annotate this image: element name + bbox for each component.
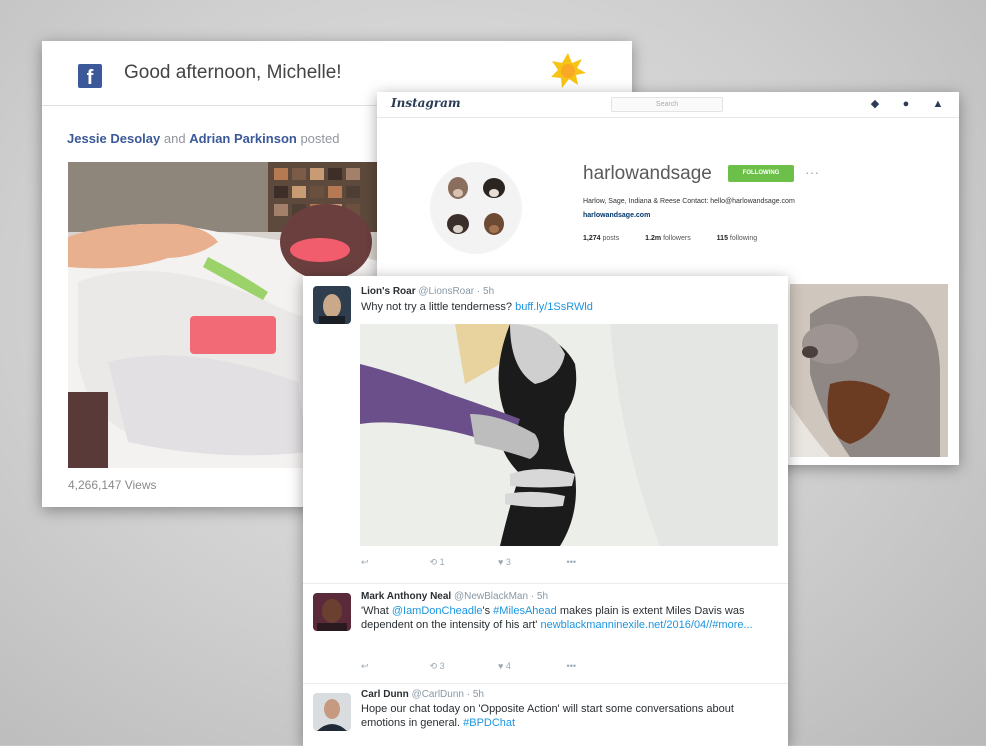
mention-link[interactable]: @IamDonCheadle [392,605,483,617]
sun-icon [551,53,586,88]
following-stat[interactable]: 115 following [717,235,758,242]
following-label: following [729,235,758,242]
posts-label: posts [602,235,620,242]
tweet-avatar[interactable] [313,693,351,731]
tweet-author-name[interactable]: Carl Dunn [361,689,409,700]
tenderness-collage-image [360,324,778,546]
tweet-handle-time: @CarlDunn · 5h [411,689,484,700]
posts-count: 1,274 [583,235,601,242]
mark-anthony-neal-avatar-image [313,593,351,631]
retweet-button[interactable]: ⟲ 3 [430,661,496,672]
reply-icon[interactable]: ↩ [361,557,427,568]
search-input[interactable]: Search [611,97,723,112]
lions-roar-avatar-image [313,286,351,324]
tweet-text: Why not try a little tenderness? buff.ly… [361,300,768,314]
dog-face-3 [447,214,469,234]
tweet-author-name[interactable]: Lion's Roar [361,286,416,297]
retweet-count: 1 [439,557,445,567]
profile-bio: Harlow, Sage, Indiana & Reese Contact: h… [583,198,795,205]
facebook-logo-icon[interactable]: f [78,64,102,89]
profile-icon[interactable]: ▲ [932,98,944,110]
dog-face-2 [483,178,505,198]
more-options-button[interactable]: ··· [805,164,819,180]
author-join-text: and [163,131,186,146]
like-button[interactable]: ♥ 3 [498,557,564,567]
posts-stat: 1,274 posts [583,235,619,242]
followers-label: followers [663,235,691,242]
more-icon[interactable]: ••• [567,661,633,671]
retweet-count: 3 [439,661,445,671]
tweet-actions: ↩ ⟲ 3 ♥ 4 ••• [361,661,633,672]
tweet[interactable]: Lion's Roar @LionsRoar · 5h Why not try … [303,276,788,584]
profile-stats: 1,274 posts 1.2m followers 115 following [583,235,781,242]
greeting-text: Good afternoon, Michelle! [124,62,342,83]
tweet-handle-time: @LionsRoar · 5h [418,286,495,297]
tweet-text: 'What @IamDonCheadle's #MilesAhead makes… [361,604,768,632]
tweet-link-continued[interactable]: /#more... [709,619,752,631]
reply-icon[interactable]: ↩ [361,661,427,672]
weimaraner-image [790,284,948,457]
heart-icon[interactable]: ● [900,98,912,110]
like-count: 4 [505,661,511,671]
profile-website-link[interactable]: harlowandsage.com [583,212,650,219]
followers-stat[interactable]: 1.2m followers [645,235,691,242]
tweet[interactable]: Carl Dunn @CarlDunn · 5h Hope our chat t… [303,683,788,746]
like-button[interactable]: ♥ 4 [498,661,564,671]
tweet-author-name[interactable]: Mark Anthony Neal [361,591,451,602]
tweet-actions: ↩ ⟲ 1 ♥ 3 ••• [361,557,633,568]
tweet-link[interactable]: newblackmanninexile.net/2016/04/ [540,619,709,631]
tweet-header: Lion's Roar @LionsRoar · 5h [361,286,494,297]
compass-icon[interactable]: ◆ [869,98,881,110]
twitter-window: Lion's Roar @LionsRoar · 5h Why not try … [303,276,788,746]
hashtag-link[interactable]: #BPDChat [463,717,515,729]
following-count: 115 [716,235,728,242]
tweet-header: Mark Anthony Neal @NewBlackMan · 5h [361,591,548,602]
post-action-text: posted [300,131,340,146]
tweet-body: 's [482,605,494,617]
tweet[interactable]: Mark Anthony Neal @NewBlackMan · 5h 'Wha… [303,583,788,684]
view-count: 4,266,147 Views [68,478,157,492]
tweet-media[interactable] [360,324,778,546]
tweet-avatar[interactable] [313,593,351,631]
dog-face-1 [448,177,468,199]
more-icon[interactable]: ••• [567,557,633,567]
post-author-line: Jessie Desolay and Adrian Parkinson post… [67,131,340,146]
followers-count: 1.2m [645,235,662,242]
retweet-button[interactable]: ⟲ 1 [430,557,496,568]
dog-face-4 [484,213,504,235]
tweet-avatar[interactable] [313,286,351,324]
tweet-body: 'What [361,605,392,617]
hashtag-link[interactable]: #MilesAhead [493,605,557,617]
tweet-link[interactable]: buff.ly/1SsRWld [515,301,593,313]
carl-dunn-avatar-image [313,693,351,731]
instagram-post-photo[interactable] [790,284,948,457]
tweet-body: Why not try a little tenderness? [361,301,513,313]
tweet-text: Hope our chat today on 'Opposite Action'… [361,702,768,730]
author-link[interactable]: Jessie Desolay [67,131,160,146]
tweet-handle-time: @NewBlackMan · 5h [453,591,549,602]
instagram-header: Instagram Search ◆ ● ▲ [377,92,959,118]
like-count: 3 [505,557,511,567]
tweet-header: Carl Dunn @CarlDunn · 5h [361,689,484,700]
dog-faces-image [447,177,505,235]
following-button[interactable]: FOLLOWING [728,165,794,182]
instagram-logo[interactable]: Instagram [391,96,461,110]
tweet-body: Hope our chat today on 'Opposite Action'… [361,703,734,729]
profile-avatar[interactable] [430,162,522,254]
author-link[interactable]: Adrian Parkinson [189,131,297,146]
profile-username: harlowandsage [583,163,712,184]
